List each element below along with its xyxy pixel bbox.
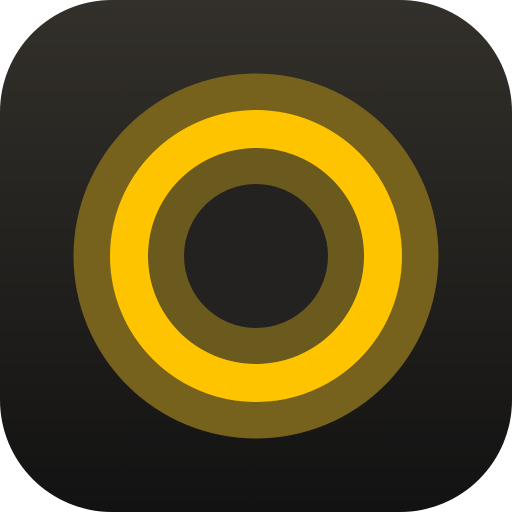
center-circle-icon xyxy=(184,184,328,328)
app-icon-stage xyxy=(0,0,512,512)
app-icon[interactable] xyxy=(0,0,512,512)
